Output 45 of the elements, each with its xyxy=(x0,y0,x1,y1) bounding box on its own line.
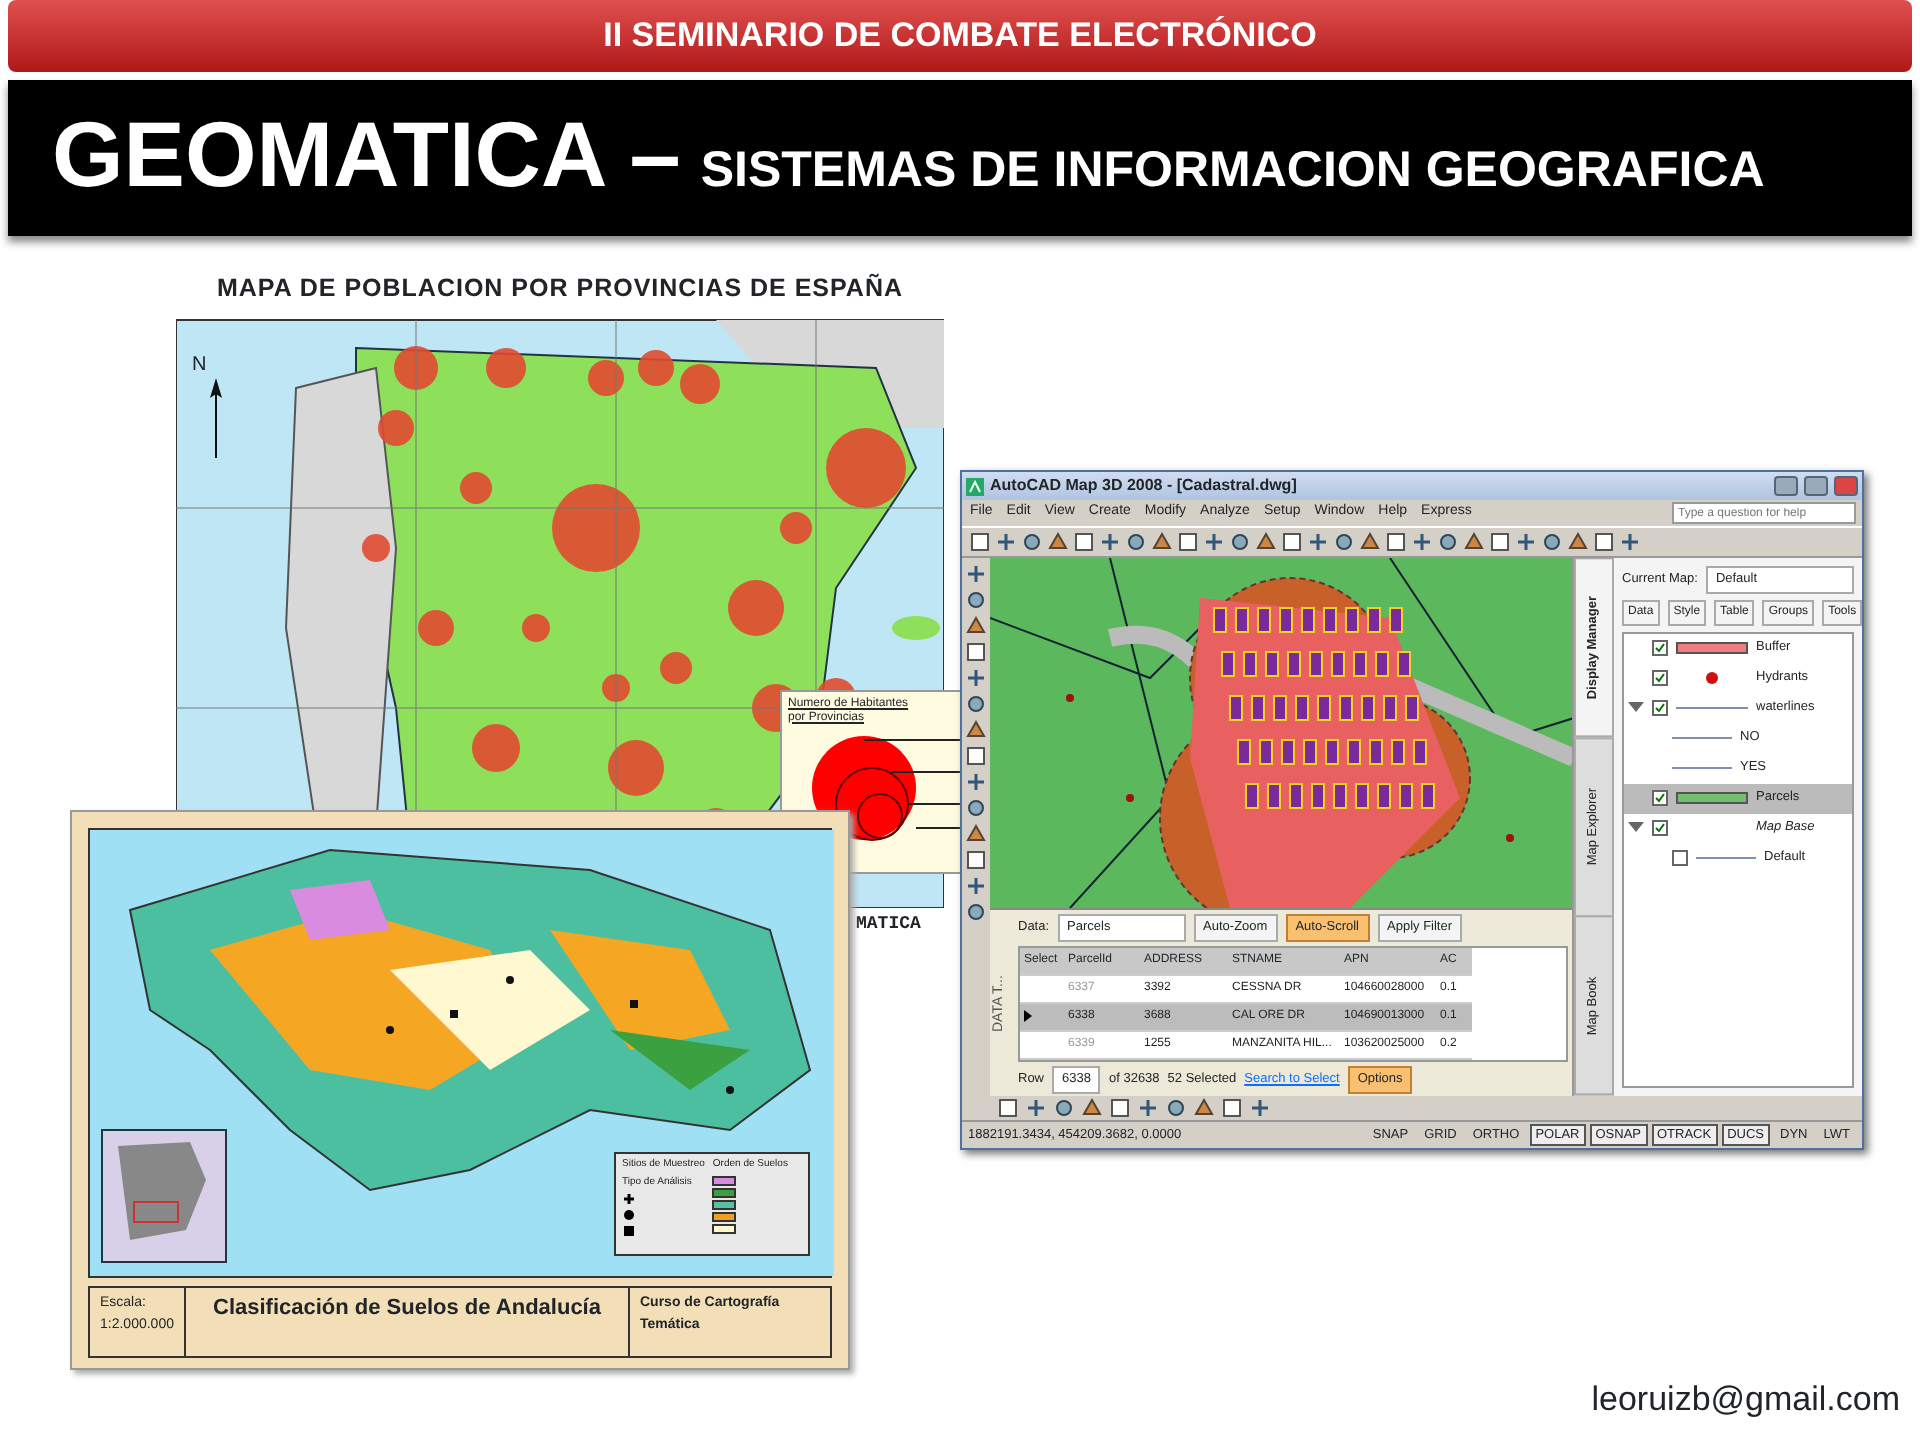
close-button[interactable] xyxy=(1834,476,1858,496)
toolbar-icon[interactable] xyxy=(1620,532,1640,552)
maximize-button[interactable] xyxy=(1804,476,1828,496)
window-title: AutoCAD Map 3D 2008 - [Cadastral.dwg] xyxy=(990,474,1297,498)
toolbar-icon[interactable] xyxy=(1204,532,1224,552)
layer-checkbox[interactable] xyxy=(1652,790,1668,807)
toolbar-icon[interactable] xyxy=(966,772,986,792)
current-row-icon xyxy=(1024,1010,1032,1023)
toolbar-icon[interactable] xyxy=(1308,532,1328,552)
minimize-button[interactable] xyxy=(1774,476,1798,496)
email-address: leoruizb@gmail.com xyxy=(1591,1377,1900,1421)
toolbar-icon[interactable] xyxy=(1412,532,1432,552)
line-symbol-icon xyxy=(1696,852,1756,865)
slide-title: GEOMATICA – xyxy=(52,104,681,206)
square-marker-icon xyxy=(622,1224,636,1238)
map-title: Clasificación de Suelos de Andalucía xyxy=(185,1288,630,1356)
layer-checkbox[interactable] xyxy=(1652,820,1668,837)
toolbar-icon[interactable] xyxy=(996,532,1016,552)
toolbar-icon[interactable] xyxy=(966,902,986,922)
dot-marker-icon xyxy=(622,1208,636,1222)
cross-marker-icon xyxy=(622,1192,636,1206)
north-label: N xyxy=(192,352,207,380)
line-symbol-icon xyxy=(1672,732,1732,745)
toolbar-icon[interactable] xyxy=(998,1098,1018,1118)
map-caption: MATICA xyxy=(856,912,921,938)
toolbar-icon[interactable] xyxy=(1516,532,1536,552)
layer-checkbox[interactable] xyxy=(1652,640,1668,657)
slide-subtitle: SISTEMAS DE INFORMACION GEOGRAFICA xyxy=(700,140,1765,202)
toolbar-icon[interactable] xyxy=(1100,532,1120,552)
toolbar-icon[interactable] xyxy=(1138,1098,1158,1118)
slide-header: II SEMINARIO DE COMBATE ELECTRÓNICO xyxy=(8,0,1912,72)
map-title: MAPA DE POBLACION POR PROVINCIAS DE ESPAÑA xyxy=(214,271,906,306)
toolbar-icon[interactable] xyxy=(966,876,986,896)
line-symbol-icon xyxy=(1672,762,1732,775)
toolbar-icon[interactable] xyxy=(966,564,986,584)
toolbar-icon[interactable] xyxy=(970,532,990,552)
layer-checkbox[interactable] xyxy=(1652,700,1668,717)
layer-checkbox[interactable] xyxy=(1672,850,1688,867)
row-selector[interactable] xyxy=(1020,1003,1064,1032)
toolbar-icon[interactable] xyxy=(1250,1098,1270,1118)
app-logo-icon xyxy=(966,477,984,495)
north-arrow-icon xyxy=(210,378,222,458)
layer-checkbox[interactable] xyxy=(1652,670,1668,687)
toolbar-icon[interactable] xyxy=(966,668,986,688)
toolbar-icon[interactable] xyxy=(1026,1098,1046,1118)
